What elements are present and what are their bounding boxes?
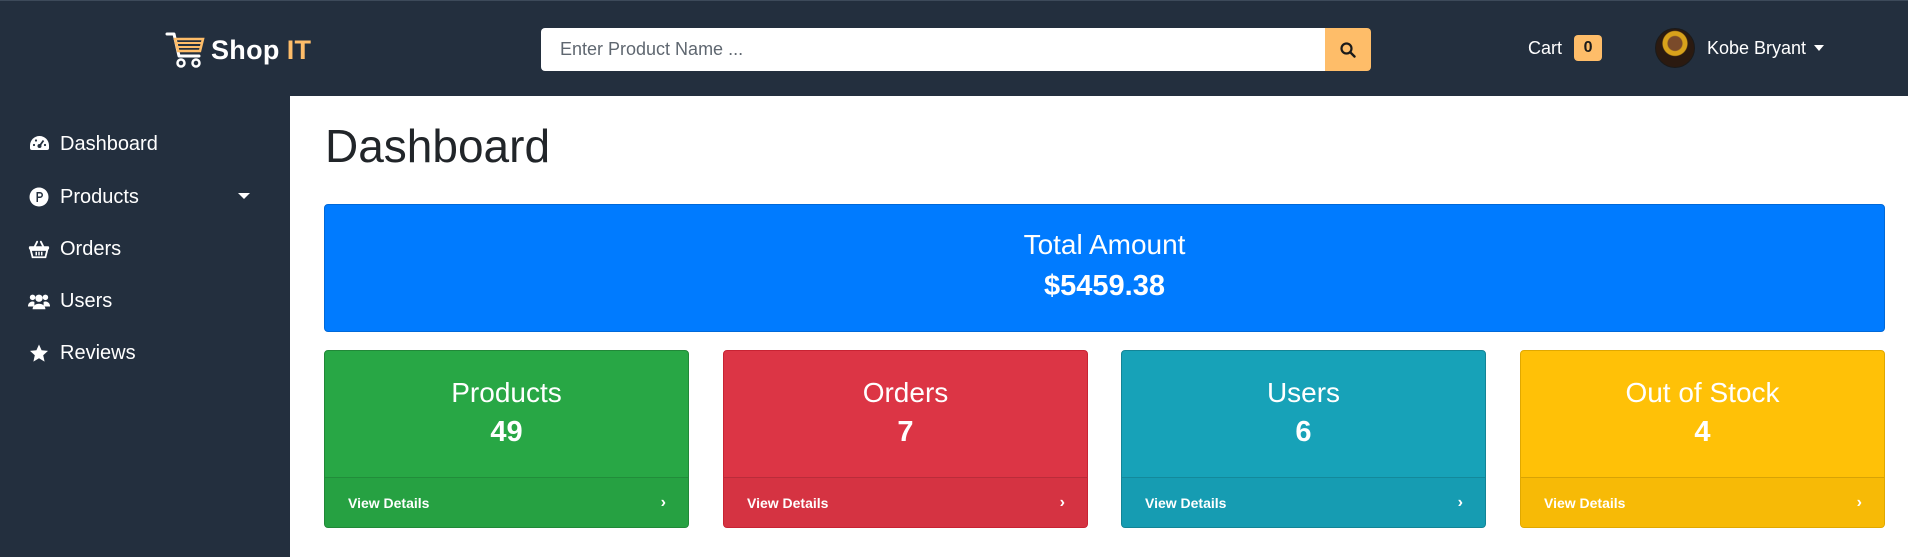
card-value: 4: [1694, 416, 1711, 448]
products-view-details-link[interactable]: View Details ›: [325, 477, 688, 527]
total-amount-card: Total Amount $5459.38: [324, 204, 1885, 332]
total-amount-value: $5459.38: [1044, 270, 1165, 302]
sidebar-item-label: Reviews: [60, 341, 136, 364]
top-navbar: ShopIT Cart 0 Kobe Bryant: [0, 0, 1908, 96]
brand-logo[interactable]: Shop IT: [165, 29, 311, 71]
out-of-stock-card: Out of Stock 4 View Details ›: [1520, 350, 1885, 528]
sidebar-item-users[interactable]: Users: [28, 286, 112, 316]
brand-name: Shop IT: [211, 34, 312, 65]
view-details-label: View Details: [1544, 494, 1626, 511]
product-icon: [28, 186, 50, 208]
sidebar-item-label: Dashboard: [60, 132, 158, 155]
caret-down-icon: [1814, 45, 1825, 51]
shopping-cart-logo-icon: [165, 32, 205, 68]
total-amount-label: Total Amount: [1023, 229, 1186, 260]
chevron-right-icon: ›: [660, 493, 666, 511]
view-details-label: View Details: [348, 494, 430, 511]
out-of-stock-view-details-link[interactable]: View Details ›: [1521, 477, 1884, 527]
star-icon: [28, 342, 50, 364]
search-button[interactable]: [1325, 28, 1371, 71]
page-title: Dashboard: [325, 120, 551, 172]
sidebar-item-products[interactable]: Products: [28, 182, 139, 212]
cart-label: Cart: [1528, 37, 1563, 58]
sidebar-item-label: Users: [60, 289, 113, 312]
users-card: Users 6 View Details ›: [1121, 350, 1486, 528]
cart-count-badge: 0: [1574, 35, 1603, 61]
tachometer-icon: [28, 133, 50, 155]
chevron-down-icon[interactable]: [238, 193, 250, 199]
card-label: Out of Stock: [1625, 377, 1780, 408]
card-value: 6: [1295, 416, 1312, 448]
user-menu-toggle[interactable]: Kobe Bryant: [1655, 28, 1825, 68]
users-icon: [28, 290, 50, 312]
shopping-basket-icon: [28, 238, 50, 260]
orders-card: Orders 7 View Details ›: [723, 350, 1088, 528]
view-details-label: View Details: [747, 494, 829, 511]
sidebar-item-orders[interactable]: Orders: [28, 234, 121, 264]
sidebar-item-reviews[interactable]: Reviews: [28, 338, 136, 368]
card-label: Users: [1266, 377, 1341, 408]
users-view-details-link[interactable]: View Details ›: [1122, 477, 1485, 527]
product-search: [541, 28, 1371, 71]
cart-link[interactable]: Cart 0: [1528, 35, 1603, 61]
sidebar: [0, 96, 290, 557]
card-value: 49: [490, 416, 523, 448]
sidebar-item-label: Orders: [60, 237, 122, 260]
card-label: Products: [451, 377, 562, 408]
chevron-right-icon: ›: [1856, 493, 1862, 511]
card-value: 7: [897, 416, 914, 448]
orders-view-details-link[interactable]: View Details ›: [724, 477, 1087, 527]
sidebar-item-dashboard[interactable]: Dashboard: [28, 129, 158, 159]
user-name: Kobe Bryant: [1707, 37, 1807, 58]
products-card: Products 49 View Details ›: [324, 350, 689, 528]
card-label: Orders: [862, 377, 949, 408]
avatar: [1655, 28, 1695, 68]
search-icon: [1340, 41, 1356, 58]
chevron-right-icon: ›: [1457, 493, 1463, 511]
sidebar-item-label: Products: [60, 185, 139, 208]
chevron-right-icon: ›: [1059, 493, 1065, 511]
search-input[interactable]: [541, 28, 1325, 71]
view-details-label: View Details: [1145, 494, 1227, 511]
